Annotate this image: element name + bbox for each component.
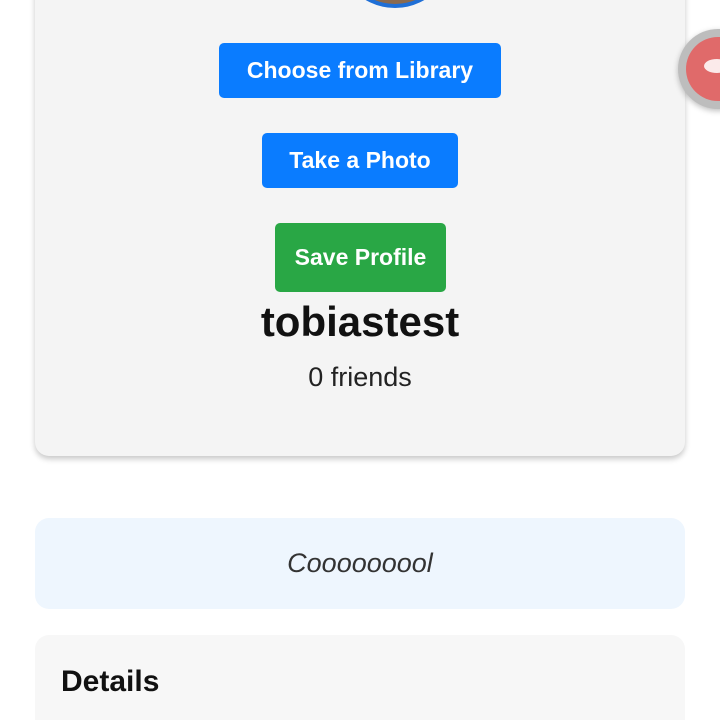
details-card: Details [35,635,685,720]
username: tobiastest [260,298,460,345]
choose-from-library-button[interactable]: Choose from Library [219,43,501,98]
details-heading: Details [61,665,160,698]
profile-card: Choose from Library Take a Photo Save Pr… [35,0,685,456]
take-photo-button[interactable]: Take a Photo [262,133,458,188]
bio-text: Cooooooool [287,548,433,578]
bio-card: Cooooooool [35,518,685,609]
profile-page: Choose from Library Take a Photo Save Pr… [0,0,720,720]
avatar[interactable] [330,0,460,8]
friends-count[interactable]: 0 friends [35,362,685,393]
save-profile-button[interactable]: Save Profile [275,223,446,292]
